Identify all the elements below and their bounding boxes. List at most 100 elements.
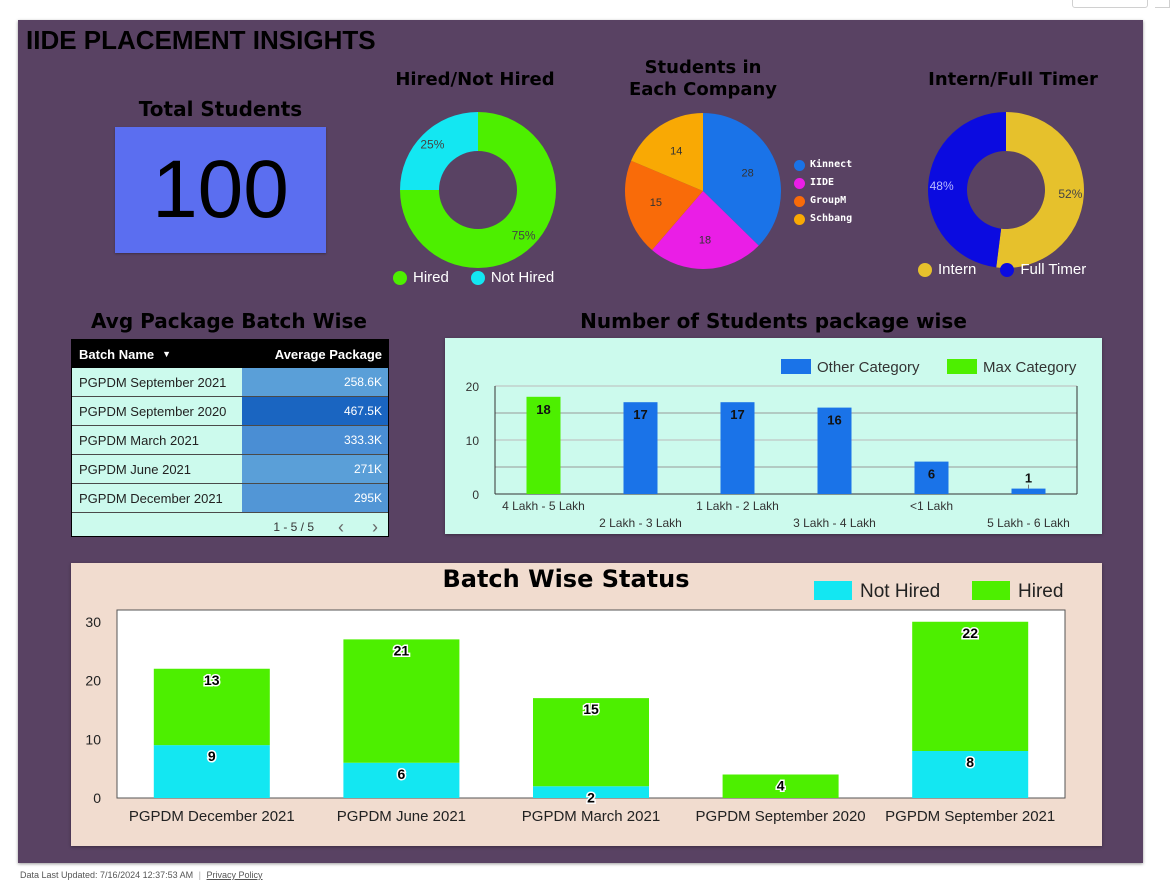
package-legend-swatch — [781, 359, 811, 374]
company-slice-label: 18 — [699, 234, 711, 246]
package-y-tick: 0 — [472, 488, 479, 502]
batch-name-cell: PGPDM June 2021 — [79, 461, 192, 477]
hired-slice-label: 75% — [512, 229, 536, 243]
average-package-cell: 333.3K — [242, 426, 388, 454]
table-header: Batch Name ▼ Average Package — [72, 340, 388, 368]
company-pie-chart[interactable]: 28 18 15 14 — [618, 106, 788, 276]
not-hired-legend-label: Not Hired — [490, 269, 555, 286]
package-bar-label: 16 — [827, 413, 841, 428]
batch-x-tick: PGPDM March 2021 — [522, 808, 660, 825]
toolbar-dropdown-button[interactable] — [1155, 0, 1170, 8]
intern-slice-label: 52% — [1058, 187, 1082, 201]
package-x-tick: 1 Lakh - 2 Lakh — [696, 499, 779, 513]
average-package-cell: 295K — [242, 484, 388, 512]
pager-prev-icon[interactable]: ‹ — [338, 517, 344, 538]
table-row[interactable]: PGPDM March 2021 333.3K — [72, 426, 388, 455]
table-row[interactable]: PGPDM June 2021 271K — [72, 455, 388, 484]
intern-legend: Intern Full Timer — [918, 261, 1086, 278]
hired-slice-label: 25% — [420, 137, 444, 151]
report-canvas: IIDE PLACEMENT INSIGHTS Total Students 1… — [18, 20, 1143, 863]
intern-chart-title: Intern/Full Timer — [928, 69, 1098, 90]
package-bar-label: 17 — [633, 407, 647, 422]
package-legend-label: Max Category — [983, 359, 1077, 376]
company-legend-label: Kinnect — [810, 159, 853, 170]
batch-x-tick: PGPDM December 2021 — [129, 808, 295, 825]
company-legend-dot — [794, 177, 805, 189]
batch-chart-title: Batch Wise Status — [442, 565, 690, 593]
top-bar — [0, 0, 1170, 20]
hired-donut-chart[interactable]: 75% 25% — [388, 100, 568, 280]
avg-package-table: Batch Name ▼ Average Package PGPDM Septe… — [71, 339, 389, 537]
package-x-tick: 4 Lakh - 5 Lakh — [502, 499, 585, 513]
batch-y-tick: 10 — [85, 731, 101, 747]
batch-bar-label: 9 — [208, 748, 216, 764]
average-package-header[interactable]: Average Package — [242, 347, 388, 362]
batch-bar-label: 6 — [398, 766, 406, 782]
not-hired-legend-dot — [470, 270, 485, 285]
intern-donut-chart[interactable]: 52% 48% — [916, 100, 1096, 280]
company-legend-label: IIDE — [810, 177, 835, 188]
company-slice-label: 15 — [650, 197, 662, 209]
hired-legend-label: Hired — [413, 269, 449, 286]
company-chart-title-line2: Each Company — [628, 79, 778, 100]
batch-name-cell: PGPDM September 2020 — [79, 403, 227, 419]
package-x-tick: <1 Lakh — [910, 499, 953, 513]
total-students-scorecard[interactable]: 100 — [115, 127, 326, 253]
company-legend-label: GroupM — [810, 195, 847, 206]
company-slice-label: 14 — [670, 146, 682, 158]
batch-bar-label: 8 — [966, 754, 974, 770]
average-package-cell: 271K — [242, 455, 388, 483]
intern-slice-label: 48% — [930, 179, 954, 193]
hired-chart-title: Hired/Not Hired — [395, 69, 555, 90]
batch-name-header[interactable]: Batch Name ▼ — [72, 347, 242, 362]
table-row[interactable]: PGPDM September 2020 467.5K — [72, 397, 388, 426]
package-bar[interactable] — [1011, 488, 1046, 494]
toolbar-button[interactable] — [1072, 0, 1148, 8]
package-chart-title: Number of Students package wise — [580, 309, 967, 333]
footer: Data Last Updated: 7/16/2024 12:37:53 AM… — [20, 870, 263, 880]
company-legend-item: Schbang — [794, 210, 852, 228]
package-x-tick: 2 Lakh - 3 Lakh — [599, 516, 682, 530]
batch-bar-label: 4 — [777, 778, 785, 794]
intern-legend-label: Intern — [938, 261, 977, 278]
company-chart-title-line1: Students in — [644, 57, 762, 78]
package-bar-label: 6 — [928, 467, 935, 482]
package-x-tick: 5 Lakh - 6 Lakh — [987, 516, 1070, 530]
avg-package-title: Avg Package Batch Wise — [91, 309, 367, 333]
batch-bar-label: 13 — [204, 672, 220, 688]
footer-separator: | — [198, 870, 201, 880]
package-y-tick: 20 — [466, 380, 480, 394]
package-x-tick: 3 Lakh - 4 Lakh — [793, 516, 876, 530]
hired-legend-dot — [393, 270, 407, 285]
package-chart-panel[interactable]: Other Category Max Category 0 10 20 18 4 Lakh … — [445, 338, 1102, 534]
full-timer-legend-label: Full Timer — [1020, 261, 1087, 278]
table-pager: 1 - 5 / 5 ‹ › — [72, 513, 388, 541]
company-legend-item: Kinnect — [794, 156, 852, 174]
batch-bar-segment[interactable] — [912, 621, 1029, 751]
batch-bar-label: 15 — [583, 701, 599, 717]
company-slice-label: 28 — [741, 167, 753, 179]
table-row[interactable]: PGPDM December 2021 295K — [72, 484, 388, 513]
batch-bar-label: 21 — [394, 642, 410, 658]
table-row[interactable]: PGPDM September 2021 258.6K — [72, 368, 388, 397]
batch-x-tick: PGPDM September 2021 — [885, 808, 1055, 825]
batch-bar-label: 22 — [962, 625, 978, 641]
company-legend: Kinnect IIDE GroupM Schbang — [794, 156, 852, 228]
privacy-policy-link[interactable]: Privacy Policy — [207, 870, 263, 880]
batch-y-tick: 30 — [85, 614, 101, 630]
package-legend-label: Other Category — [817, 359, 920, 376]
company-legend-item: GroupM — [794, 192, 852, 210]
batch-status-panel[interactable]: Not Hired Hired 0 10 20 30 9 13 PGPDM December 2… — [71, 563, 1102, 846]
package-bar-label: 1 — [1025, 471, 1032, 486]
batch-name-cell: PGPDM March 2021 — [79, 432, 199, 448]
package-bar-chart: Other Category Max Category 0 10 20 18 4 Lakh … — [466, 359, 1078, 530]
sort-desc-icon: ▼ — [162, 349, 172, 359]
batch-bar-label: 2 — [587, 789, 595, 805]
batch-x-tick: PGPDM June 2021 — [337, 808, 466, 825]
average-package-cell: 258.6K — [242, 368, 388, 396]
hired-legend: Hired Not Hired — [393, 269, 554, 286]
average-package-cell: 467.5K — [242, 397, 388, 425]
report-title: IIDE PLACEMENT INSIGHTS — [26, 25, 376, 55]
company-legend-dot — [794, 159, 805, 171]
pager-next-icon[interactable]: › — [372, 517, 378, 538]
